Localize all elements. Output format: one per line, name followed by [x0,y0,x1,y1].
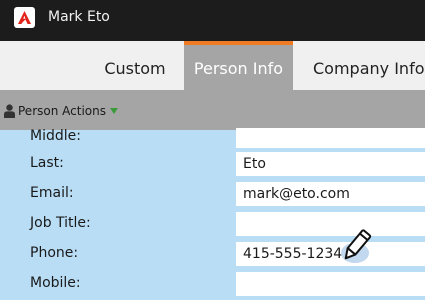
person-info-form: Middle: Last: Eto Email: mark@eto.com Jo… [0,128,425,300]
pencil-cursor-icon [341,229,372,263]
caret-down-icon [109,108,118,114]
email-field[interactable]: mark@eto.com [236,182,425,206]
job-title-field[interactable] [236,212,425,236]
tab-bar: Custom Person Info Company Info [0,41,425,90]
title-bar: Mark Eto [0,0,425,41]
app-logo-icon [14,7,35,28]
tab-person-info[interactable]: Person Info [184,41,293,90]
person-actions-label: Person Actions [18,104,106,118]
form-row-last: Last: Eto [0,150,425,180]
tab-company-info[interactable]: Company Info [301,41,425,90]
last-name-field[interactable]: Eto [236,152,425,176]
form-row-email: Email: mark@eto.com [0,180,425,210]
phone-label: Phone: [30,245,79,261]
phone-field[interactable]: 415-555-1234 [236,242,425,266]
mobile-label: Mobile: [30,275,81,291]
person-actions-button[interactable]: Person Actions [4,102,118,120]
mobile-field[interactable] [236,272,425,296]
middle-name-field[interactable] [236,128,425,148]
form-row-mobile: Mobile: [0,270,425,300]
email-label: Email: [30,185,74,201]
person-icon [4,104,15,118]
window-title: Mark Eto [48,9,110,25]
tab-custom[interactable]: Custom [94,41,176,90]
last-label: Last: [30,155,64,171]
job-title-label: Job Title: [30,215,91,231]
actions-bar: Person Actions [0,90,425,130]
middle-label: Middle: [30,128,81,144]
